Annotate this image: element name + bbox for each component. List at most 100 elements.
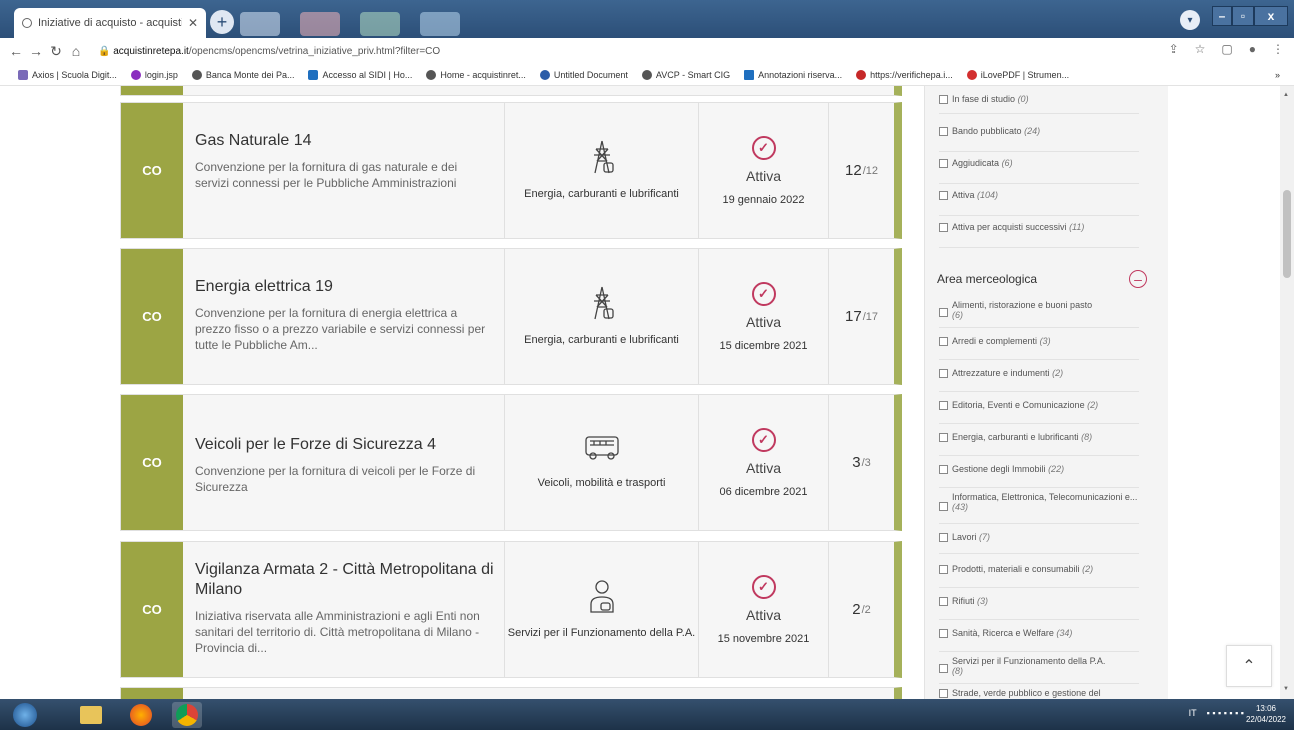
checkbox[interactable] [939,433,948,442]
checkbox[interactable] [939,533,948,542]
chrome-icon[interactable] [172,702,202,728]
checkbox[interactable] [939,502,948,511]
checkbox[interactable] [939,337,948,346]
account-icon[interactable]: ● [1249,42,1256,56]
bookmark-item[interactable]: iLovePDF | Strumen... [966,69,1069,80]
globe-icon [426,69,437,80]
firefox-icon[interactable] [126,702,156,728]
initiative-card[interactable]: CO Energia elettrica 19 Convenzione per … [120,248,902,385]
scroll-thumb[interactable] [1283,190,1291,278]
bookmark-item[interactable]: https://verifichepa.i... [856,69,953,80]
clock[interactable]: 13:06 22/04/2022 [1246,703,1286,725]
browser-tab[interactable]: Iniziative di acquisto - acquistinr ✕ [14,8,206,38]
filter-area-item[interactable]: Gestione degli Immobili (22) [939,462,1139,488]
checkbox[interactable] [939,401,948,410]
bookmarks-more[interactable]: » [1275,70,1280,80]
home-icon[interactable]: ⌂ [66,43,86,59]
bookmark-item[interactable]: Untitled Document [539,69,628,80]
scroll-up-arrow-icon[interactable]: ▲ [1283,92,1289,98]
bookmark-icon [130,69,141,80]
filter-status-item[interactable]: Bando pubblicato (24) [939,124,1139,152]
card-title[interactable]: Energia elettrica 19 [195,277,494,297]
checkbox[interactable] [939,689,948,698]
checkbox[interactable] [939,159,948,168]
filter-area-item[interactable]: Servizi per il Funzionamento della P.A.(… [939,654,1139,684]
filter-area-item[interactable]: Alimenti, ristorazione e buoni pasto (6) [939,298,1139,328]
bookmark-item[interactable]: Banca Monte dei Pa... [191,69,294,80]
filter-area-item[interactable]: Prodotti, materiali e consumabili (2) [939,562,1139,588]
reload-icon[interactable]: ↻ [46,43,66,60]
address-bar: ← → ↻ ⌂ 🔒 acquistinretepa.it/opencms/ope… [0,38,1294,64]
maximize-button[interactable]: ▫ [1232,6,1254,26]
browser-titlebar: Iniziative di acquisto - acquistinr ✕ + … [0,0,1294,38]
back-to-top-button[interactable]: ⌃ [1226,645,1272,687]
checkbox[interactable] [939,565,948,574]
status-date: 19 gennaio 2022 [722,193,805,206]
menu-icon[interactable]: ⋮ [1272,42,1284,56]
close-window-button[interactable]: x [1254,6,1288,26]
filter-area-item[interactable]: Energia, carburanti e lubrificanti (8) [939,430,1139,456]
language-indicator[interactable]: IT [1189,708,1197,718]
tray-icons[interactable]: ▪ ▪ ▪ ▪ ▪ ▪ ▪ [1207,708,1244,718]
globe-icon [22,18,32,28]
bookmark-item[interactable]: Accesso al SIDI | Ho... [308,69,412,80]
bookmark-item[interactable]: login.jsp [130,69,178,80]
star-icon[interactable]: ☆ [1195,42,1206,56]
filter-area-item[interactable]: Lavori (7) [939,530,1139,554]
page-scrollbar[interactable]: ▲ ▼ [1280,86,1294,699]
back-icon[interactable]: ← [6,43,26,59]
filter-area-item[interactable]: Rifiuti (3) [939,594,1139,620]
checkbox[interactable] [939,465,948,474]
checkbox[interactable] [939,223,948,232]
minimize-button[interactable]: – [1212,6,1232,26]
checkbox[interactable] [939,95,948,104]
url-field[interactable]: 🔒 acquistinretepa.it/opencms/opencms/vet… [98,46,440,57]
filter-area-item[interactable]: Attrezzature e indumenti (2) [939,366,1139,392]
checkbox[interactable] [939,597,948,606]
filter-status-item[interactable]: In fase di studio (0) [939,92,1139,114]
power-pylon-icon [593,140,614,174]
power-pylon-icon [593,286,614,320]
initiative-card[interactable]: CO Vigilanza Armata 2 - Città Metropolit… [120,541,902,678]
initiative-card[interactable]: CO Veicoli per le Forze di Sicurezza 4 C… [120,394,902,531]
start-button[interactable] [10,702,40,728]
heart-icon [966,69,977,80]
filter-status-item[interactable]: Attiva (104) [939,188,1139,216]
card-title[interactable]: Vigilanza Armata 2 - Città Metropolitana… [195,560,494,600]
collapse-minus-icon[interactable]: – [1129,270,1147,288]
new-tab-button[interactable]: + [210,10,234,34]
bookmark-item[interactable]: Home - acquistinret... [426,69,526,80]
filter-area-item[interactable]: Strade, verde pubblico e gestione del [939,686,1139,699]
bookmark-item[interactable]: Axios | Scuola Digit... [18,69,117,80]
area-merceologica-header[interactable]: Area merceologica – [937,270,1147,288]
card-title[interactable]: Gas Naturale 14 [195,131,494,151]
sidepanel-icon[interactable]: ▢ [1221,42,1232,56]
bookmark-item[interactable]: Annotazioni riserva... [744,69,842,80]
person-service-icon [589,580,614,613]
card-category: Veicoli, mobilità e trasporti [505,395,699,530]
card-title[interactable]: Veicoli per le Forze di Sicurezza 4 [195,435,494,455]
filter-area-item[interactable]: Arredi e complementi (3) [939,334,1139,360]
bookmarks-bar: Axios | Scuola Digit... login.jsp Banca … [0,64,1294,86]
checkbox[interactable] [939,664,948,673]
filter-status-item[interactable]: Attiva per acquisti successivi (11) [939,220,1139,248]
checkbox[interactable] [939,191,948,200]
tab-close-icon[interactable]: ✕ [188,16,198,30]
bookmark-item[interactable]: AVCP - Smart CIG [641,69,730,80]
forward-icon[interactable]: → [26,43,46,59]
checkbox[interactable] [939,127,948,136]
checkbox[interactable] [939,369,948,378]
filter-area-item[interactable]: Sanità, Ricerca e Welfare (34) [939,626,1139,652]
profile-icon[interactable]: ▾ [1180,10,1200,30]
scroll-down-arrow-icon[interactable]: ▼ [1283,686,1289,692]
initiative-card[interactable]: CO Gas Naturale 14 Convenzione per la fo… [120,102,902,239]
checkbox[interactable] [939,308,948,317]
windows-taskbar: IT ▪ ▪ ▪ ▪ ▪ ▪ ▪ 13:06 22/04/2022 [0,699,1294,730]
filter-status-item[interactable]: Aggiudicata (6) [939,156,1139,184]
file-explorer-icon[interactable] [76,702,106,728]
filter-area-item[interactable]: Editoria, Eventi e Comunicazione (2) [939,398,1139,424]
checkbox[interactable] [939,629,948,638]
filter-area-item[interactable]: Informatica, Elettronica, Telecomunicazi… [939,490,1139,524]
system-tray: IT ▪ ▪ ▪ ▪ ▪ ▪ ▪ [1189,708,1244,718]
share-icon[interactable]: ⇪ [1169,42,1179,56]
